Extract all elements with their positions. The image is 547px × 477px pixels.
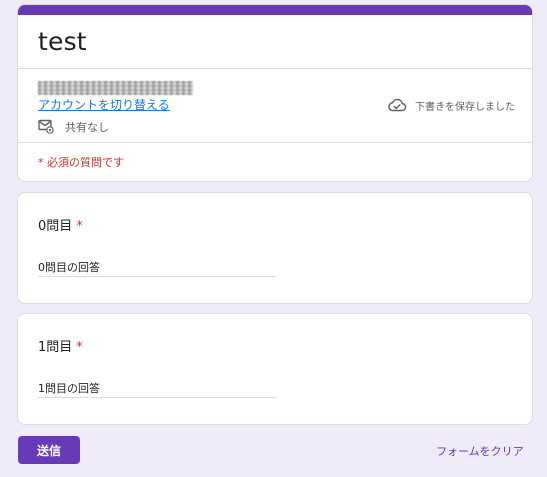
required-asterisk: *: [76, 219, 83, 234]
cloud-check-icon: [388, 98, 407, 112]
form-header-card: test アカウントを切り替える 共有なし 下書きを保存しました * 必須の質問…: [17, 4, 533, 182]
answer-input[interactable]: [38, 380, 276, 398]
accent-top-bar: [18, 5, 532, 15]
question-label: 0問目: [38, 219, 73, 234]
divider: [18, 68, 532, 69]
share-status: 共有なし: [65, 121, 109, 134]
form-title: test: [38, 27, 87, 56]
question-label: 1問目: [38, 340, 73, 355]
blurred-account-email: [38, 81, 193, 95]
mail-gear-icon: [38, 119, 54, 134]
save-status: 下書きを保存しました: [415, 102, 515, 113]
submit-button[interactable]: 送信: [18, 436, 80, 464]
question-title: 1問目 *: [38, 336, 83, 355]
question-title: 0問目 *: [38, 215, 83, 234]
required-note: * 必須の質問です: [38, 156, 124, 169]
clear-form-button[interactable]: フォームをクリア: [436, 443, 524, 459]
divider: [18, 142, 532, 143]
required-asterisk: *: [76, 340, 83, 355]
question-card: 1問目 *: [17, 313, 533, 425]
switch-account-link[interactable]: アカウントを切り替える: [38, 96, 170, 113]
question-card: 0問目 *: [17, 192, 533, 304]
answer-input[interactable]: [38, 259, 276, 277]
